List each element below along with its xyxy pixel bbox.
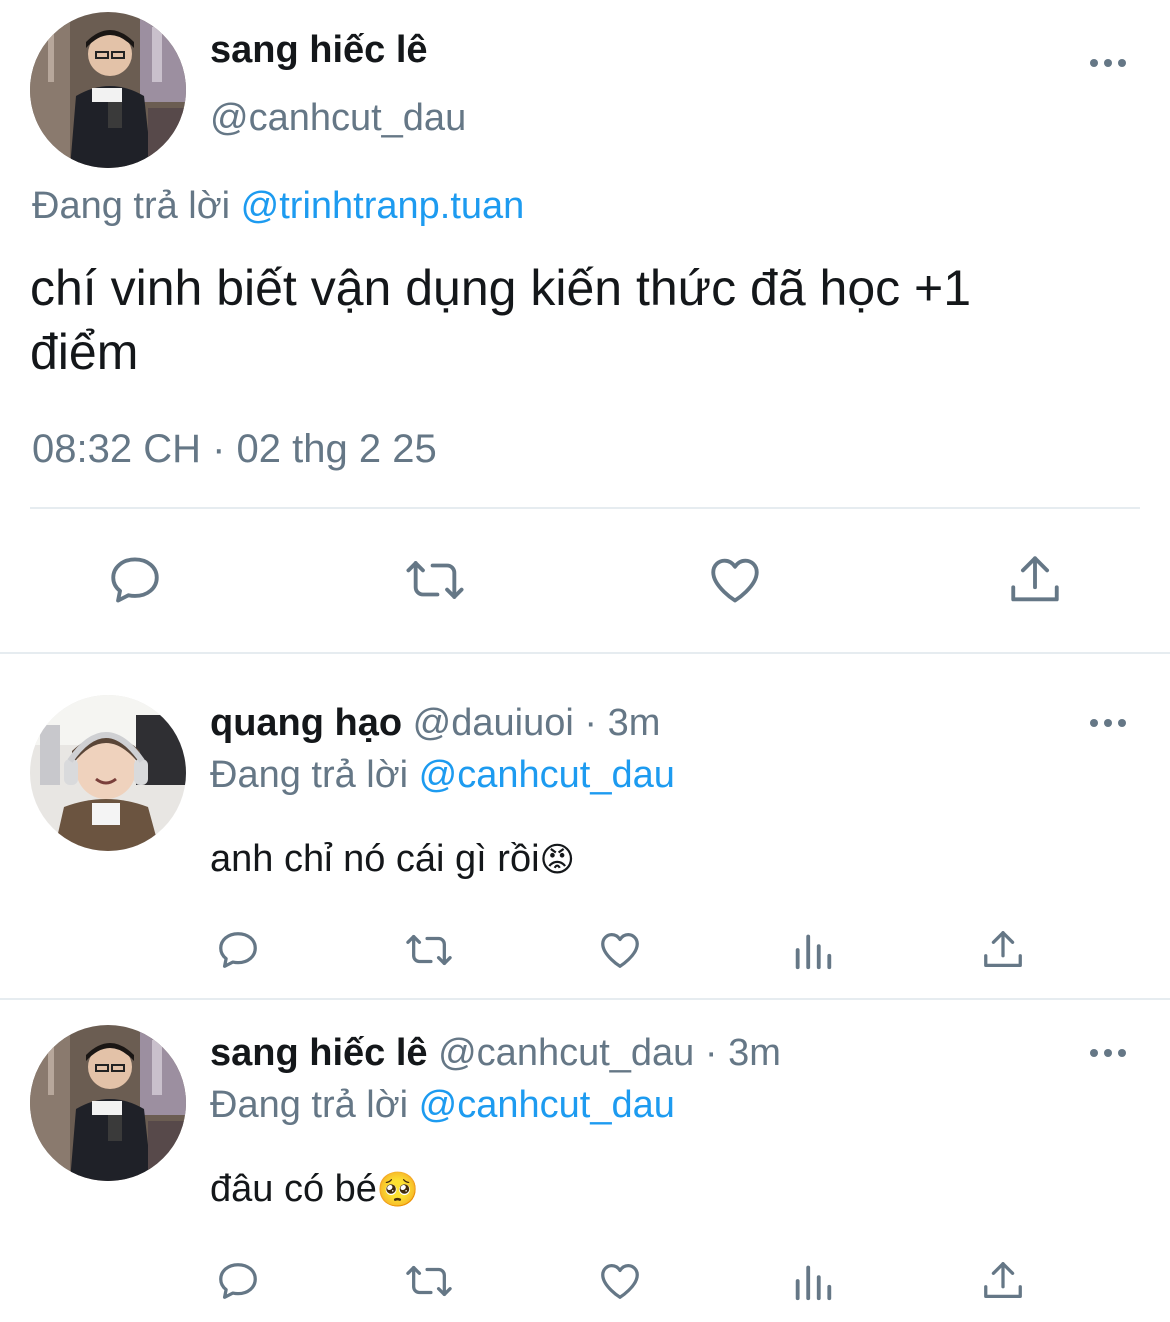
reply-time[interactable]: · 3m xyxy=(705,1032,781,1074)
reply-icon[interactable] xyxy=(214,927,262,973)
reply-text: anh chỉ nó cái gì rồi😡 xyxy=(210,836,575,883)
share-icon[interactable] xyxy=(980,1258,1026,1304)
handle[interactable]: @canhcut_dau xyxy=(438,1032,694,1074)
share-icon[interactable] xyxy=(980,927,1026,973)
more-options-icon[interactable] xyxy=(1090,59,1126,67)
angry-face-icon: 😡 xyxy=(539,841,575,879)
display-name[interactable]: sang hiếc lê xyxy=(210,1032,428,1074)
tweet-text-line: chí vinh biết vận dụng kiến thức đã học … xyxy=(30,260,972,316)
retweet-icon[interactable] xyxy=(403,551,467,609)
like-icon[interactable] xyxy=(596,927,644,973)
retweet-icon[interactable] xyxy=(402,927,456,973)
timestamp[interactable]: 08:32 CH · 02 thg 2 25 xyxy=(32,426,437,472)
display-name[interactable]: sang hiếc lê xyxy=(210,28,428,72)
replying-label: Đang trả lời xyxy=(32,185,231,227)
replying-label: Đang trả lời xyxy=(210,754,409,796)
handle[interactable]: @dauiuoi xyxy=(413,702,574,744)
reply-header: sang hiếc lê @canhcut_dau · 3m xyxy=(210,1030,781,1076)
analytics-icon[interactable] xyxy=(790,1258,836,1304)
tweet-text-line: điểm xyxy=(30,324,139,380)
share-icon[interactable] xyxy=(1006,551,1064,609)
reply-icon[interactable] xyxy=(106,551,164,609)
analytics-icon[interactable] xyxy=(790,927,836,973)
mention-link[interactable]: @canhcut_dau xyxy=(419,1084,675,1126)
mention-link[interactable]: @canhcut_dau xyxy=(419,754,675,796)
more-options-icon[interactable] xyxy=(1090,1049,1126,1057)
reply-header: quang hạo @dauiuoi · 3m xyxy=(210,700,660,746)
avatar[interactable] xyxy=(30,1025,186,1181)
replying-to: Đang trả lời @canhcut_dau xyxy=(210,752,675,798)
mention-link[interactable]: @trinhtranp.tuan xyxy=(241,185,525,227)
avatar[interactable] xyxy=(30,695,186,851)
reply-icon[interactable] xyxy=(214,1258,262,1304)
reply-text: đâu có bé🥺 xyxy=(210,1166,419,1213)
divider xyxy=(0,652,1170,654)
divider xyxy=(30,507,1140,509)
display-name[interactable]: quang hạo xyxy=(210,702,402,744)
like-icon[interactable] xyxy=(705,551,765,609)
divider xyxy=(0,998,1170,1000)
more-options-icon[interactable] xyxy=(1090,719,1126,727)
reply-text-body: anh chỉ nó cái gì rồi xyxy=(210,838,540,880)
reply-text-body: đâu có bé xyxy=(210,1168,377,1210)
pleading-face-icon: 🥺 xyxy=(376,1171,420,1209)
handle[interactable]: @canhcut_dau xyxy=(210,96,466,140)
avatar[interactable] xyxy=(30,12,186,168)
replying-to: Đang trả lời @trinhtranp.tuan xyxy=(32,184,524,228)
retweet-icon[interactable] xyxy=(402,1258,456,1304)
replying-to: Đang trả lời @canhcut_dau xyxy=(210,1082,675,1128)
like-icon[interactable] xyxy=(596,1258,644,1304)
reply-time[interactable]: · 3m xyxy=(584,702,660,744)
tweet-text: chí vinh biết vận dụng kiến thức đã học … xyxy=(30,256,971,384)
replying-label: Đang trả lời xyxy=(210,1084,409,1126)
